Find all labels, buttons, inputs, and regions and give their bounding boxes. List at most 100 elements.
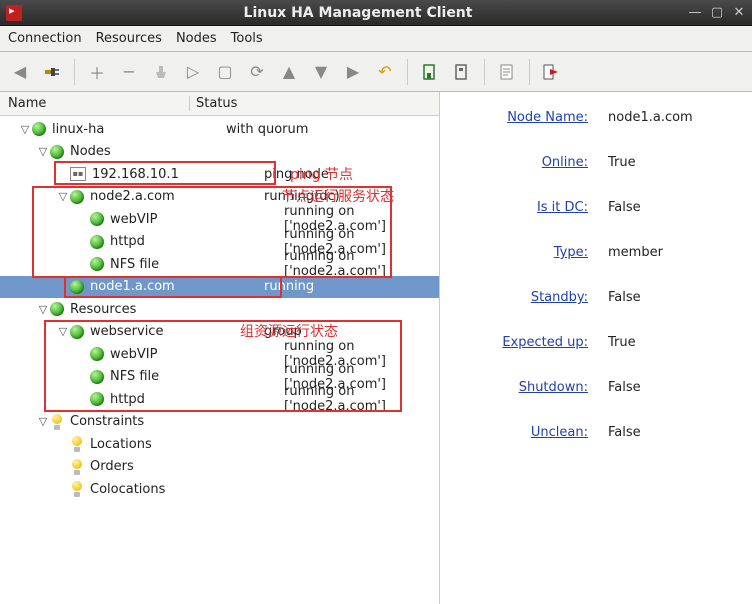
prop-row-shutdown: Shutdown: False: [458, 380, 734, 395]
row-status: running(dc): [260, 189, 439, 204]
toggle-icon[interactable]: ▽: [18, 123, 32, 136]
row-name: Orders: [90, 459, 134, 474]
tree-row-node1[interactable]: node1.a.com running: [0, 276, 439, 299]
row-name: linux-ha: [52, 122, 104, 137]
window-title: Linux HA Management Client: [28, 5, 688, 21]
status-dot-icon: [70, 325, 84, 339]
prop-value-shutdown: False: [608, 380, 641, 395]
action1-icon[interactable]: [416, 58, 444, 86]
menu-resources[interactable]: Resources: [96, 31, 162, 46]
row-name: NFS file: [110, 257, 159, 272]
bulb-icon: [50, 414, 64, 430]
row-name: httpd: [110, 234, 145, 249]
window-buttons: — ▢ ✕: [688, 6, 746, 20]
tree-row-resources[interactable]: ▽ Resources: [0, 298, 439, 321]
prop-value-standby: False: [608, 290, 641, 305]
toggle-icon[interactable]: ▽: [36, 303, 50, 316]
prop-row-unclean: Unclean: False: [458, 425, 734, 440]
row-name: node1.a.com: [90, 279, 175, 294]
status-dot-icon: [90, 212, 104, 226]
menu-tools[interactable]: Tools: [231, 31, 263, 46]
toggle-icon[interactable]: ▽: [56, 325, 70, 338]
toggle-icon[interactable]: ▽: [36, 145, 50, 158]
tree-row[interactable]: Locations: [0, 433, 439, 456]
undo-icon[interactable]: ↶: [371, 58, 399, 86]
row-name: Locations: [90, 437, 152, 452]
status-dot-icon: [50, 302, 64, 316]
prop-value-expectedup: True: [608, 335, 636, 350]
row-name: Nodes: [70, 144, 111, 159]
tree: ▽ linux-ha with quorum ▽ Nodes ▪▪ 192.168…: [0, 116, 439, 503]
prop-row-isdc: Is it DC: False: [458, 200, 734, 215]
menu-connection[interactable]: Connection: [8, 31, 82, 46]
prop-label-unclean[interactable]: Unclean:: [458, 425, 588, 440]
column-header-name[interactable]: Name: [0, 96, 190, 111]
prop-row-standby: Standby: False: [458, 290, 734, 305]
toggle-icon[interactable]: ▽: [36, 415, 50, 428]
prop-value-nodename: node1.a.com: [608, 110, 693, 125]
right-icon: ▶: [339, 58, 367, 86]
exit-icon[interactable]: [538, 58, 566, 86]
prop-label-isdc[interactable]: Is it DC:: [458, 200, 588, 215]
separator: [484, 59, 485, 85]
play-icon: ▷: [179, 58, 207, 86]
prop-row-type: Type: member: [458, 245, 734, 260]
maximize-button[interactable]: ▢: [710, 6, 724, 20]
prop-row-online: Online: True: [458, 155, 734, 170]
tree-row-nodes[interactable]: ▽ Nodes: [0, 141, 439, 164]
prop-label-nodename[interactable]: Node Name:: [458, 110, 588, 125]
separator: [407, 59, 408, 85]
status-dot-icon: [90, 235, 104, 249]
row-name: webVIP: [110, 212, 157, 227]
status-dot-icon: [90, 392, 104, 406]
status-dot-icon: [90, 370, 104, 384]
tree-row-root[interactable]: ▽ linux-ha with quorum: [0, 118, 439, 141]
tree-row[interactable]: Orders: [0, 456, 439, 479]
separator: [529, 59, 530, 85]
close-button[interactable]: ✕: [732, 6, 746, 20]
prop-label-online[interactable]: Online:: [458, 155, 588, 170]
plug-icon[interactable]: [38, 58, 66, 86]
prop-label-expectedup[interactable]: Expected up:: [458, 335, 588, 350]
prop-value-online: True: [608, 155, 636, 170]
tree-header: Name Status: [0, 92, 439, 116]
action2-icon[interactable]: [448, 58, 476, 86]
terminal-icon: ▪▪: [70, 167, 86, 181]
tree-row-pingnode[interactable]: ▪▪ 192.168.10.1 ping node: [0, 163, 439, 186]
bulb-icon: [70, 436, 84, 452]
app-icon: [6, 5, 22, 21]
row-status: group: [260, 324, 439, 339]
back-arrow-icon: ◀: [6, 58, 34, 86]
down-icon: ▼: [307, 58, 335, 86]
row-name: Constraints: [70, 414, 144, 429]
document-icon[interactable]: [493, 58, 521, 86]
bulb-icon: [70, 481, 84, 497]
row-name: Colocations: [90, 482, 165, 497]
row-name: Resources: [70, 302, 136, 317]
prop-label-type[interactable]: Type:: [458, 245, 588, 260]
minimize-button[interactable]: —: [688, 6, 702, 20]
column-header-status[interactable]: Status: [190, 96, 439, 111]
prop-value-isdc: False: [608, 200, 641, 215]
prop-value-unclean: False: [608, 425, 641, 440]
prop-row-nodename: Node Name: node1.a.com: [458, 110, 734, 125]
tree-row[interactable]: NFS file running on ['node2.a.com']: [0, 253, 439, 276]
status-dot-icon: [70, 190, 84, 204]
toggle-icon[interactable]: ▽: [56, 190, 70, 203]
content-area: Name Status ▽ linux-ha with quorum ▽ Nod…: [0, 92, 752, 604]
tree-row[interactable]: httpd running on ['node2.a.com']: [0, 388, 439, 411]
row-name: 192.168.10.1: [92, 167, 179, 182]
bulb-icon: [70, 459, 84, 475]
prop-label-shutdown[interactable]: Shutdown:: [458, 380, 588, 395]
row-name: node2.a.com: [90, 189, 175, 204]
prop-row-expectedup: Expected up: True: [458, 335, 734, 350]
prop-label-standby[interactable]: Standby:: [458, 290, 588, 305]
menu-nodes[interactable]: Nodes: [176, 31, 217, 46]
row-status: ping node: [260, 167, 439, 182]
status-dot-icon: [90, 347, 104, 361]
tree-row[interactable]: Colocations: [0, 478, 439, 501]
details-pane: Node Name: node1.a.com Online: True Is i…: [440, 92, 752, 604]
row-name: webVIP: [110, 347, 157, 362]
status-dot-icon: [32, 122, 46, 136]
status-dot-icon: [70, 280, 84, 294]
